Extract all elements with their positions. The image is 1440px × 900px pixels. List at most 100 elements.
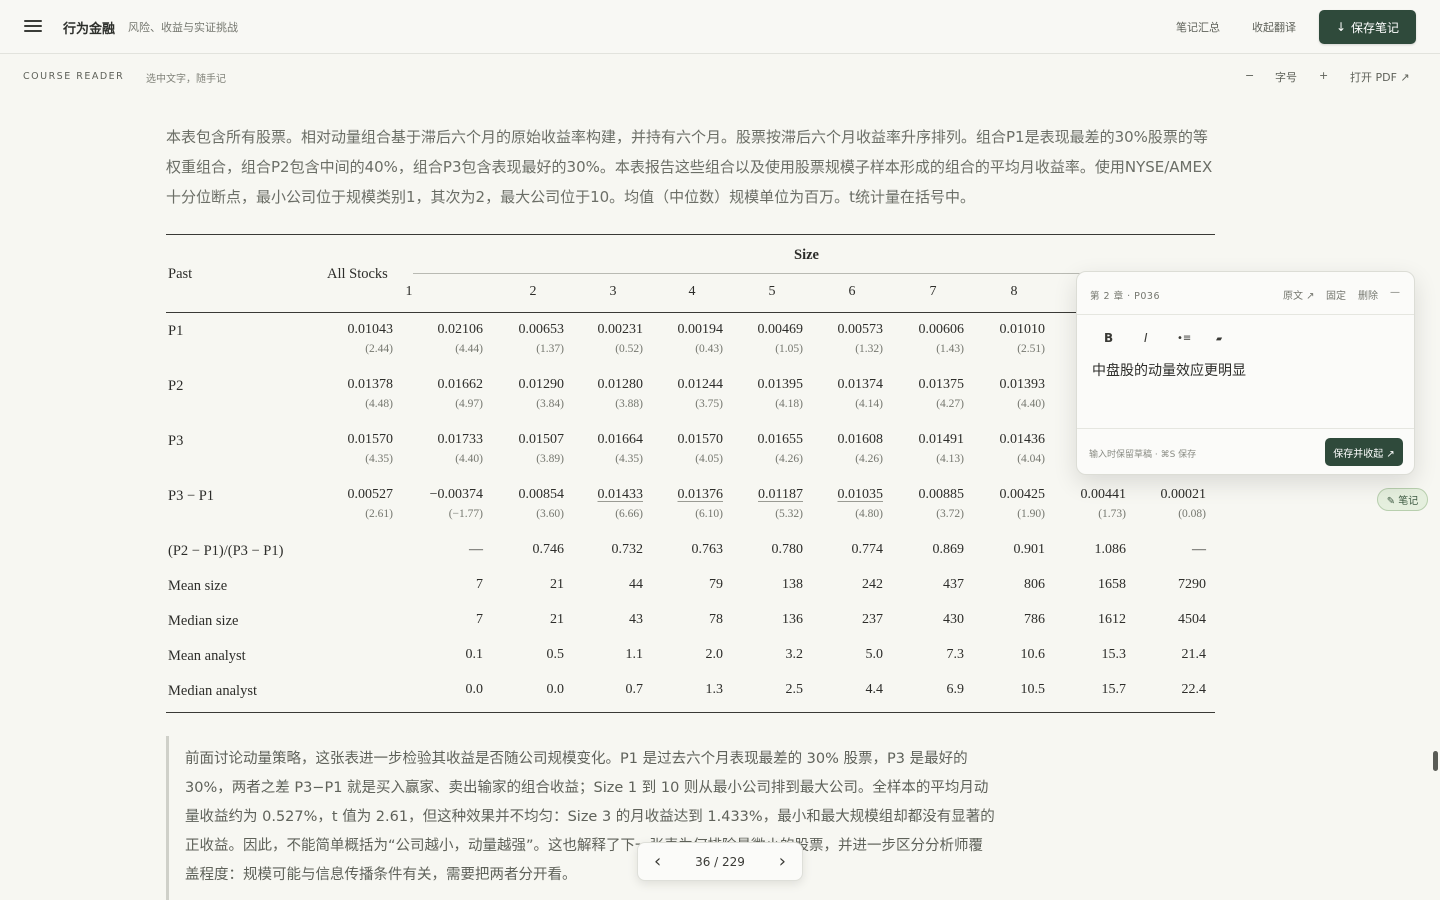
italic-icon[interactable]: I [1144,331,1148,345]
table-cell: 0.0 [465,682,484,697]
size-col-header: 4 [688,284,696,299]
table-tstat: (4.14) [855,398,883,410]
table-cell: 0.7 [625,682,644,697]
past-header: Past [168,266,193,282]
save-note-button[interactable]: ↓ 保存笔记 [1319,10,1416,44]
table-tstat: (4.97) [455,398,483,410]
next-page-icon[interactable]: › [779,851,786,872]
table-cell: 0.1 [465,647,484,662]
table-caption[interactable]: 本表包含所有股票。相对动量组合基于滞后六个月的原始收益率构建，并持有六个月。股票… [166,122,1221,212]
note-popup: 第 2 章 · P036 原文 ↗ 固定 删除 — B I •≡ ▰ 中盘股的动… [1076,271,1415,475]
table-cell: 786 [1024,612,1045,627]
table-cell: 0.01035 [837,487,884,502]
table-cell: 237 [862,612,883,627]
table-cell: 4504 [1178,612,1206,627]
font-size-label: 字号 [1275,71,1297,84]
table-cell: 2.0 [705,647,724,662]
note-popup-footer: 输入时保留草稿 · ⌘S 保存 保存并收起 ↗ [1077,428,1414,475]
prev-page-icon[interactable]: ‹ [654,851,661,872]
table-cell: 15.3 [1101,647,1127,662]
table-cell: 79 [709,577,723,592]
collapse-translation-link[interactable]: 收起翻译 [1252,19,1296,35]
table-tstat: (1.73) [1098,508,1126,520]
table-tstat: (2.51) [1017,343,1045,355]
original-text-link[interactable]: 原文 ↗ [1283,287,1315,302]
momentum-size-table: PastAll StocksSize123456789P10.010430.02… [166,234,1215,713]
table-cell: 1.086 [1094,542,1127,557]
menu-icon[interactable] [24,20,42,34]
table-cell: 0.01608 [837,432,884,447]
table-cell: 15.7 [1101,682,1127,697]
font-increase-button[interactable]: + [1319,69,1328,82]
table-cell: 0.0 [546,682,565,697]
table-tstat: (3.88) [615,398,643,410]
font-decrease-button[interactable]: − [1245,69,1254,82]
table-cell: 0.00469 [757,322,804,337]
size-col-header: 1 [405,284,413,299]
app-title: 行为金融 [63,22,116,37]
table-cell: 7 [476,577,483,592]
table-cell: 0.780 [771,542,804,557]
header-rule [166,312,1215,313]
scrollbar-thumb[interactable] [1433,751,1438,771]
table-tstat: (4.18) [775,398,803,410]
save-and-collapse-button[interactable]: 保存并收起 ↗ [1325,438,1403,466]
table-tstat: (4.26) [775,453,803,465]
bullet-list-icon[interactable]: •≡ [1177,333,1191,344]
table-tstat: (−1.77) [448,508,483,520]
table-tstat: (4.40) [455,453,483,465]
table-cell: 1.3 [705,682,724,697]
table-tstat: (5.32) [775,508,803,520]
table-cell: 5.0 [865,647,884,662]
open-pdf-link[interactable]: 打开 PDF ↗ [1350,69,1410,85]
row-label: (P2 − P1)/(P3 − P1) [168,543,284,559]
table-cell: 0.01664 [597,432,644,447]
row-label: Mean analyst [168,648,246,664]
table-tstat: (1.32) [855,343,883,355]
table-cell: 0.00441 [1080,487,1127,502]
table-tstat: (4.80) [855,508,883,520]
table-cell: 0.00885 [918,487,965,502]
row-label: Median analyst [168,683,257,699]
table-tstat: (3.89) [536,453,564,465]
row-label: P2 [168,378,184,394]
table-tstat: (2.61) [365,508,393,520]
table-cell: 0.01570 [677,432,724,447]
table-cell: 78 [709,612,723,627]
size-header: Size [794,247,819,263]
table-cell: 0.763 [691,542,724,557]
table-cell: 43 [629,612,643,627]
pin-note-button[interactable]: 固定 [1326,287,1346,302]
table-cell: 0.01433 [597,487,644,502]
notes-summary-link[interactable]: 笔记汇总 [1176,19,1220,35]
table-cell: 0.01395 [757,377,804,392]
download-arrow-icon: ↓ [1335,20,1347,34]
table-tstat: (4.35) [615,453,643,465]
table-tstat: (0.52) [615,343,643,355]
table-cell: 0.01491 [918,432,965,447]
note-editor[interactable]: 中盘股的动量效应更明显 [1092,360,1246,380]
table-cell: 0.01393 [999,377,1046,392]
delete-note-button[interactable]: 删除 [1358,287,1378,302]
commentary-block[interactable]: 前面讨论动量策略，这张表进一步检验其收益是否随公司规模变化。P1 是过去六个月表… [166,736,996,900]
minimize-note-button[interactable]: — [1390,287,1400,298]
clear-format-icon[interactable]: ▰ [1216,334,1222,343]
table-cell: 0.01280 [597,377,644,392]
app-subtitle: 风险、收益与实证挑战 [128,21,238,34]
note-marker-pill[interactable]: ✎ 笔记 [1377,488,1428,511]
bold-icon[interactable]: B [1104,331,1113,345]
table-cell: 0.00606 [918,322,965,337]
size-col-header: 6 [848,284,856,299]
table-cell: 0.869 [932,542,965,557]
table-cell: 7.3 [946,647,965,662]
table-tstat: (4.05) [695,453,723,465]
table-tstat: (1.90) [1017,508,1045,520]
draft-hint: 输入时保留草稿 · ⌘S 保存 [1089,450,1197,460]
table-cell: 0.01376 [677,487,724,502]
table-cell: 0.901 [1013,542,1046,557]
table-cell: 6.9 [946,682,965,697]
table-cell: 0.00573 [837,322,884,337]
table-tstat: (2.44) [365,343,393,355]
table-cell: 0.00021 [1160,487,1207,502]
note-chapter-label: 第 2 章 · P036 [1090,291,1161,302]
